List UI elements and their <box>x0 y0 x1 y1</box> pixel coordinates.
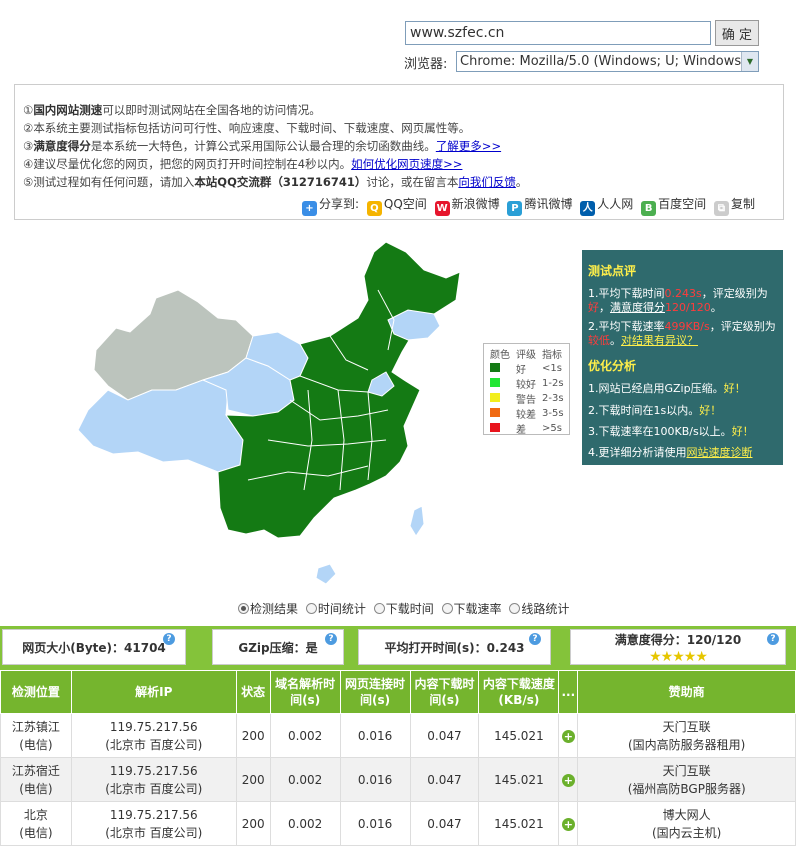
col-header-connect: 网页连接时间(s) <box>339 670 411 714</box>
table-row: 江苏镇江 (电信) 119.75.217.56 (北京市 百度公司) 200 0.0… <box>0 713 796 758</box>
panel-title-optimize: 优化分析 <box>588 359 637 373</box>
legend-row: 差 >5s <box>487 421 567 436</box>
table-header-row: 检测位置 解析IP 状态 域名解析时间(s) 网页连接时间(s) 内容下载时间(… <box>0 670 796 714</box>
info-line: ①国内网站测速可以即时测试网站在全国各地的访问情况。 <box>23 103 321 117</box>
table-row: 江苏宿迁 (电信) 119.75.217.56 (北京市 百度公司) 200 0.0… <box>0 757 796 802</box>
map-region-hainan[interactable] <box>315 563 337 585</box>
info-line: ②本系统主要测试指标包括访问可行性、响应速度、下载时间、下载速度、网页属性等。 <box>23 121 471 135</box>
optimize-2: 2.下载时间在1s以内。好！ <box>588 404 722 417</box>
china-map <box>77 241 461 585</box>
help-icon[interactable]: ? <box>325 633 337 645</box>
radio-icon <box>238 603 249 614</box>
col-header-download-speed: 内容下载速度(KB/s) <box>478 670 560 714</box>
col-header-more: ... <box>558 670 579 714</box>
share-qzone[interactable]: Q QQ空间 <box>366 197 427 216</box>
expand-plus-icon[interactable]: + <box>561 773 575 787</box>
comment-1: 1.平均下载时间0.243s，评定级别为好，满意度得分120/120。 <box>588 287 768 314</box>
weibo-icon: W <box>434 201 450 216</box>
star-rating-icon: ★★★★★ <box>649 649 708 665</box>
help-icon[interactable]: ? <box>529 633 541 645</box>
legend-row: 较好 1-2s <box>487 376 567 391</box>
help-icon[interactable]: ? <box>163 633 175 645</box>
legend-row: 较差 3-5s <box>487 406 567 421</box>
sponsor-cell[interactable]: 天门互联 (福州高防BGP服务器) <box>577 757 796 802</box>
copy-icon: ⧉ <box>713 201 729 216</box>
optimize-4: 4.更详细分析请使用网站速度诊断 <box>588 446 753 459</box>
expand-plus-icon[interactable]: + <box>561 729 575 743</box>
info-box: ①国内网站测速可以即时测试网站在全国各地的访问情况。 ②本系统主要测试指标包括访… <box>14 84 784 220</box>
renren-icon: 人 <box>580 201 596 216</box>
col-header-ip: 解析IP <box>70 670 237 714</box>
optimize-1: 1.网站已经启用GZip压缩。好！ <box>588 382 746 395</box>
expand-plus-icon[interactable]: + <box>561 817 575 831</box>
tab-line-stats[interactable]: 线路统计 <box>509 602 569 616</box>
url-input[interactable] <box>405 21 711 45</box>
tab-results[interactable]: 检测结果 <box>238 602 298 616</box>
table-row: 北京 (电信) 119.75.217.56 (北京市 百度公司) 200 0.002… <box>0 801 796 846</box>
page-size-box: 网页大小(Byte)：41704 ? <box>2 629 186 665</box>
summary-bar: 网页大小(Byte)：41704 ? GZip压缩：是 ? 平均打开时间(s)：… <box>0 626 796 670</box>
share-plus-icon: + <box>302 201 317 216</box>
sponsor-cell[interactable]: 博大网人 (国内云主机) <box>577 801 796 846</box>
share-baidu[interactable]: B 百度空间 <box>641 197 706 216</box>
confirm-button[interactable]: 确 定 <box>715 20 759 46</box>
dispute-link[interactable]: 对结果有异议？ <box>621 334 698 347</box>
browser-label: 浏览器: <box>404 57 448 72</box>
share-renren[interactable]: 人人人网 <box>580 197 633 216</box>
col-header-sponsor: 赞助商 <box>577 670 796 714</box>
sponsor-cell[interactable]: 天门互联 (国内高防服务器租用) <box>577 713 796 758</box>
top-bar: 确 定 浏览器: Chrome: Mozilla/5.0 (Windows; U… <box>0 0 796 80</box>
legend-header: 颜色 <box>490 350 510 361</box>
tencent-weibo-icon: P <box>507 201 523 216</box>
comment-2: 2.平均下载速率499KB/s，评定级别为较低。对结果有异议？ <box>588 320 776 347</box>
col-header-dns: 域名解析时间(s) <box>269 670 341 714</box>
col-header-location: 检测位置 <box>0 670 72 714</box>
result-tabs: 检测结果 时间统计 下载时间 下载速率 线路统计 <box>238 600 573 616</box>
col-header-status: 状态 <box>235 670 271 714</box>
results-table: 检测位置 解析IP 状态 域名解析时间(s) 网页连接时间(s) 内容下载时间(… <box>0 670 796 846</box>
info-line: ③满意度得分是本系统一大特色，计算公式采用国际公认最合理的余切函数曲线。了解更多… <box>23 139 502 153</box>
tab-download-rate[interactable]: 下载速率 <box>441 602 502 616</box>
col-header-download-time: 内容下载时间(s) <box>409 670 480 714</box>
legend-header: 评级 <box>516 350 536 361</box>
optimize-speed-link[interactable]: 如何优化网页速度>> <box>351 157 462 171</box>
dropdown-arrow-icon[interactable]: ▼ <box>741 52 758 71</box>
map-region-tibet[interactable] <box>77 379 244 473</box>
radio-icon <box>441 603 453 614</box>
qzone-icon: Q <box>366 201 382 216</box>
browser-selected-value: Chrome: Mozilla/5.0 (Windows; U; Windows… <box>460 54 754 69</box>
help-icon[interactable]: ? <box>767 633 779 645</box>
tab-time-stats[interactable]: 时间统计 <box>305 602 366 616</box>
legend-row: 警告 2-3s <box>487 391 567 406</box>
gzip-box: GZip压缩：是 ? <box>212 629 344 665</box>
radio-icon <box>305 603 317 614</box>
share-tencent-weibo[interactable]: P 腾讯微博 <box>507 197 572 216</box>
optimize-3: 3.下载速率在100KB/s以上。好！ <box>588 425 754 438</box>
legend-header: 指标 <box>542 350 562 361</box>
radio-icon <box>509 603 521 614</box>
learn-more-link[interactable]: 了解更多>> <box>436 139 501 153</box>
legend-row: 好 <1s <box>487 361 567 376</box>
speed-diagnosis-link[interactable]: 网站速度诊断 <box>687 446 753 459</box>
tab-download-time[interactable]: 下载时间 <box>373 602 434 616</box>
map-region-taiwan[interactable] <box>409 505 425 537</box>
map-legend: 颜色 评级 指标 好 <1s 较好 1-2s 警告 2-3s 较差 3-5s 差 >5s <box>483 343 570 436</box>
radio-icon <box>373 603 385 614</box>
score-box: 满意度得分：120/120 ★★★★★ ? <box>570 629 786 665</box>
info-line: ⑤测试过程如有任何问题，请加入本站QQ交流群（312716741）讨论，或在留言… <box>23 175 528 189</box>
info-line: ④建议尽量优化您的网页，把您的网页打开时间控制在4秒以内。如何优化网页速度>> <box>23 157 463 171</box>
feedback-link[interactable]: 向我们反馈 <box>458 175 516 189</box>
share-weibo[interactable]: W 新浪微博 <box>434 197 500 216</box>
test-comment-panel: 测试点评 1.平均下载时间0.243s，评定级别为好，满意度得分120/120。… <box>582 250 783 465</box>
share-bar: + 分享到: Q QQ空间 W 新浪微博 P 腾讯微博 人人人网 B 百度空间 ⧉ 复制 <box>302 194 755 216</box>
baidu-space-icon: B <box>641 201 657 216</box>
panel-title-comment: 测试点评 <box>588 264 637 278</box>
avg-open-time-box: 平均打开时间(s)：0.243 ? <box>358 629 551 665</box>
share-label: 分享到: <box>319 197 360 211</box>
share-copy[interactable]: ⧉ 复制 <box>713 197 755 216</box>
browser-select[interactable]: Chrome: Mozilla/5.0 (Windows; U; Windows… <box>456 51 759 72</box>
